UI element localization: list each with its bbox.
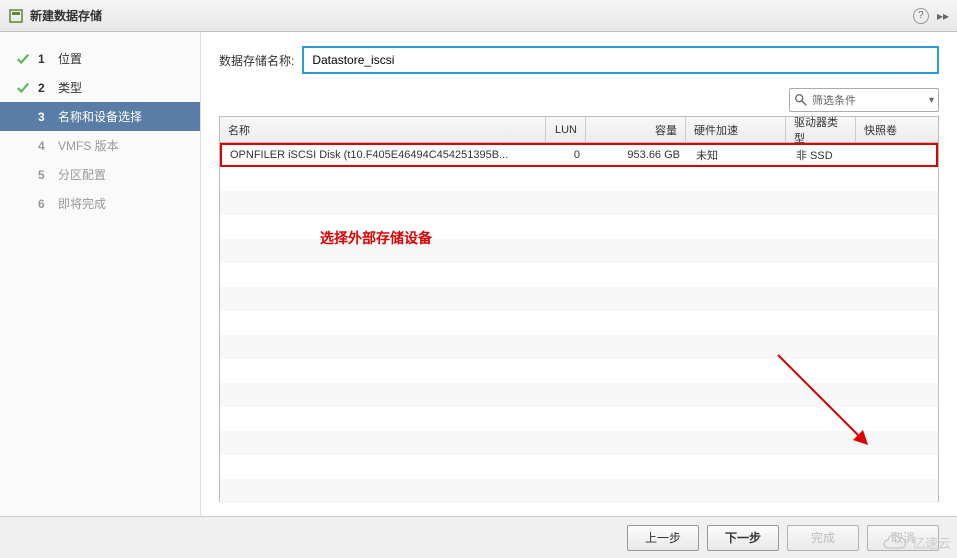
step-label: 位置	[58, 50, 184, 67]
check-icon	[16, 52, 30, 66]
titlebar: 新建数据存储 ? ▸▸	[0, 0, 957, 32]
step-location[interactable]: 1 位置	[0, 44, 200, 73]
col-drive-type[interactable]: 驱动器类型	[786, 117, 856, 142]
search-icon	[794, 93, 808, 107]
datastore-name-label: 数据存储名称:	[219, 52, 294, 69]
help-icon[interactable]: ?	[913, 8, 929, 24]
col-hw-accel[interactable]: 硬件加速	[686, 117, 786, 142]
step-ready: 6 即将完成	[0, 189, 200, 218]
step-number: 1	[38, 52, 50, 66]
table-header: 名称 LUN 容量 硬件加速 驱动器类型 快照卷	[220, 117, 938, 143]
step-number: 6	[38, 197, 50, 211]
col-lun[interactable]: LUN	[546, 117, 586, 142]
cell-name: OPNFILER iSCSI Disk (t10.F405E46494C4542…	[222, 145, 548, 165]
datastore-name-input[interactable]	[302, 46, 939, 74]
step-number: 2	[38, 81, 50, 95]
filter-placeholder: 筛选条件	[812, 92, 925, 108]
step-number: 4	[38, 139, 50, 153]
cell-drive-type: 非 SSD	[788, 145, 858, 165]
cell-lun: 0	[548, 145, 588, 165]
step-name-device[interactable]: 3 名称和设备选择	[0, 102, 200, 131]
step-vmfs: 4 VMFS 版本	[0, 131, 200, 160]
button-bar: 上一步 下一步 完成 取消	[0, 516, 957, 558]
wizard-steps-sidebar: 1 位置 2 类型 3 名称和设备选择 4 VMFS 版本 5 分区配置	[0, 32, 200, 516]
expand-icon[interactable]: ▸▸	[937, 9, 949, 23]
col-name[interactable]: 名称	[220, 117, 546, 142]
step-partition: 5 分区配置	[0, 160, 200, 189]
col-snapshot[interactable]: 快照卷	[856, 117, 938, 142]
cell-hw-accel: 未知	[688, 145, 788, 165]
cancel-button: 取消	[867, 525, 939, 551]
step-number: 5	[38, 168, 50, 182]
step-label: 即将完成	[58, 195, 184, 212]
cell-snapshot	[858, 145, 936, 165]
step-type[interactable]: 2 类型	[0, 73, 200, 102]
finish-button: 完成	[787, 525, 859, 551]
check-icon	[16, 81, 30, 95]
step-number: 3	[38, 110, 50, 124]
chevron-down-icon[interactable]: ▾	[929, 95, 934, 106]
step-label: VMFS 版本	[58, 137, 184, 154]
cell-capacity: 953.66 GB	[588, 145, 688, 165]
annotation-text: 选择外部存储设备	[320, 228, 432, 248]
back-button[interactable]: 上一步	[627, 525, 699, 551]
table-body: OPNFILER iSCSI Disk (t10.F405E46494C4542…	[220, 143, 938, 475]
table-row[interactable]: OPNFILER iSCSI Disk (t10.F405E46494C4542…	[220, 143, 938, 167]
step-label: 分区配置	[58, 166, 184, 183]
device-table: 名称 LUN 容量 硬件加速 驱动器类型 快照卷 OPNFILER i	[219, 116, 939, 502]
dialog-title: 新建数据存储	[30, 7, 913, 24]
next-button[interactable]: 下一步	[707, 525, 779, 551]
datastore-icon	[8, 8, 24, 24]
col-capacity[interactable]: 容量	[586, 117, 686, 142]
step-label: 名称和设备选择	[58, 108, 184, 125]
wizard-dialog: 新建数据存储 ? ▸▸ 1 位置 2 类型 3 名称和设备选择	[0, 0, 957, 558]
filter-box[interactable]: 筛选条件 ▾	[789, 88, 939, 112]
step-label: 类型	[58, 79, 184, 96]
main-content: 数据存储名称: 筛选条件 ▾ 名称 LUN 容量 硬件加速 驱动器类型	[200, 32, 957, 516]
